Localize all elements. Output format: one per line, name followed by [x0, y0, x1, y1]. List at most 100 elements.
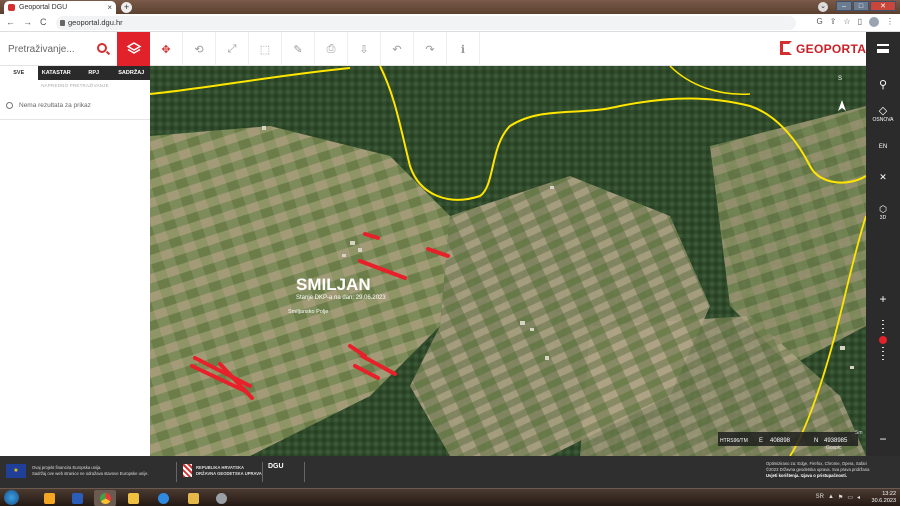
cadastre-status: Stanje DKP-a na dan: 29.06.2023 [296, 295, 386, 301]
profile-avatar[interactable] [869, 17, 879, 27]
info-button[interactable]: ℹ [447, 32, 480, 66]
share-icon[interactable]: ⇪ [830, 17, 837, 27]
main-menu-button[interactable] [866, 44, 900, 53]
menu-dots-icon[interactable]: ⋮ [886, 17, 894, 27]
print-button[interactable]: ⎙ [315, 32, 348, 66]
hr-line-2: DRŽAVNA GEODETSKA UPRAVA [196, 471, 262, 476]
3d-button[interactable]: ⬡ 3D [866, 204, 900, 221]
eu-flag-icon: ★ [6, 464, 26, 478]
tools-button[interactable]: ✕ [866, 172, 900, 183]
draw-icon: ✎ [293, 43, 303, 56]
redo-button[interactable]: ↷ [414, 32, 447, 66]
zoom-out-button[interactable]: − [866, 432, 900, 446]
draw-button[interactable]: ✎ [282, 32, 315, 66]
search-input[interactable] [8, 43, 93, 55]
tray-arrow-icon[interactable]: ▲ [828, 494, 834, 501]
search-area [0, 32, 117, 66]
key-icon: ⚲ [878, 79, 888, 91]
basemap-icon: ◇ [878, 105, 888, 117]
place-label: SMILJAN [296, 275, 371, 294]
3d-label: 3D [879, 215, 887, 221]
layers-icon [126, 42, 141, 54]
fullscreen-button[interactable]: ⤢ [216, 32, 249, 66]
taskbar-chrome[interactable] [94, 490, 116, 506]
tab-title: Geoportal DGU [19, 4, 68, 11]
volume-icon[interactable]: ◂ [857, 494, 860, 501]
tab-rpj[interactable]: RPJ [75, 66, 113, 80]
info-icon: ℹ [460, 43, 466, 56]
tab-katastar[interactable]: KATASTAR [38, 66, 76, 80]
map-canvas[interactable]: SMILJAN Stanje DKP-a na dan: 29.06.2023 … [150, 66, 866, 456]
basemap-button[interactable]: ◇ OSNOVA [866, 104, 900, 123]
hr-agency-text: REPUBLIKA HRVATSKA DRŽAVNA GEODETSKA UPR… [196, 465, 262, 477]
coord-system: HTRS96/TM [720, 438, 748, 444]
language-indicator[interactable]: SR [816, 494, 824, 501]
geoportal-logo[interactable]: GEOPORTAL [780, 38, 874, 60]
taskbar-explorer[interactable] [122, 490, 144, 506]
zoom-handle[interactable] [879, 336, 887, 344]
language-button[interactable]: EN [866, 144, 900, 150]
google-icon[interactable]: G [816, 17, 822, 27]
basemap-label: OSNOVA [872, 117, 894, 123]
move-tool-button[interactable]: ✥ [150, 32, 183, 66]
tab-search-icon[interactable]: ⌄ [818, 2, 828, 12]
taskbar-word[interactable] [66, 490, 88, 506]
search-icon [6, 102, 13, 109]
site-footer: ★ Ovaj projekt financira Europska unija.… [0, 456, 900, 488]
undo-button[interactable]: ↶ [381, 32, 414, 66]
zoom-slider[interactable] [866, 317, 900, 363]
results-row: Nema rezultata za prikaz [0, 92, 150, 120]
taskbar-paint[interactable] [210, 490, 232, 506]
advanced-search-link[interactable]: NAPREDNO PRETRAŽIVANJE [0, 80, 150, 92]
export-icon: ⇩ [359, 43, 369, 56]
browser-tab[interactable]: Geoportal DGU × [4, 1, 116, 14]
taskbar-ie[interactable] [152, 490, 174, 506]
taskbar-media-player[interactable] [38, 490, 60, 506]
export-button[interactable]: ⇩ [348, 32, 381, 66]
url-field[interactable]: geoportal.dgu.hr [56, 16, 796, 30]
dgu-logo[interactable]: DGU [268, 463, 284, 470]
fullscreen-icon: ⤢ [227, 42, 237, 55]
measure-area-button[interactable]: ⬚ [249, 32, 282, 66]
forward-icon[interactable]: → [23, 17, 32, 27]
footer-divider [262, 462, 263, 482]
tab-close-button[interactable]: × [107, 3, 112, 12]
e-value: 408898 [770, 438, 791, 444]
minimize-button[interactable]: – [836, 1, 852, 11]
network-icon[interactable]: ▭ [847, 494, 853, 501]
start-button[interactable] [4, 490, 19, 505]
url-text: geoportal.dgu.hr [68, 18, 123, 27]
back-icon[interactable]: ← [6, 17, 15, 27]
geoportal-logo-mark [780, 38, 794, 60]
lock-icon [60, 20, 65, 26]
terms-link[interactable]: Uvjeti korištenja. Izjava o pristupačnos… [766, 473, 869, 479]
zoom-in-button[interactable]: + [866, 292, 900, 306]
sidepanel-icon[interactable]: ▯ [858, 17, 862, 27]
reload-icon[interactable]: C [40, 17, 47, 27]
search-icon[interactable] [97, 43, 107, 53]
footer-divider [176, 462, 177, 482]
location-button[interactable]: ⚲ [866, 78, 900, 91]
action-center-icon[interactable]: ⚑ [838, 494, 843, 501]
close-window-button[interactable]: ✕ [870, 1, 896, 11]
tab-sadrzaj[interactable]: SADRŽAJ [113, 66, 151, 80]
measure-area-icon: ⬚ [259, 43, 271, 56]
new-tab-button[interactable]: + [121, 2, 132, 13]
bookmark-star-icon[interactable]: ☆ [843, 17, 850, 27]
redo-icon: ↷ [425, 43, 435, 56]
tab-sve[interactable]: SVE [0, 66, 38, 80]
croatia-emblem-icon [183, 464, 192, 477]
clock[interactable]: 13:22 30.6.2023 [872, 491, 896, 505]
rotate-tool-button[interactable]: ⟲ [183, 32, 216, 66]
layers-button[interactable] [117, 32, 150, 66]
n-value: 4938985 [824, 438, 848, 444]
undo-icon: ↶ [392, 43, 402, 56]
sub-place-label: Smiljansko Polje [288, 309, 328, 315]
maximize-button[interactable]: □ [853, 1, 869, 11]
eu-funding-text: Ovaj projekt financira Europska unija. S… [32, 465, 149, 477]
browser-actions: G ⇪ ☆ ▯ ⋮ [816, 17, 894, 27]
app-toolbar: ✥ ⟲ ⤢ ⬚ ✎ ⎙ ⇩ ↶ ↷ ℹ GEOPORTAL [0, 32, 900, 66]
window-controls: – □ ✕ [836, 1, 896, 11]
taskbar-folder[interactable] [182, 490, 204, 506]
address-bar: ← → C geoportal.dgu.hr G ⇪ ☆ ▯ ⋮ [0, 14, 900, 32]
